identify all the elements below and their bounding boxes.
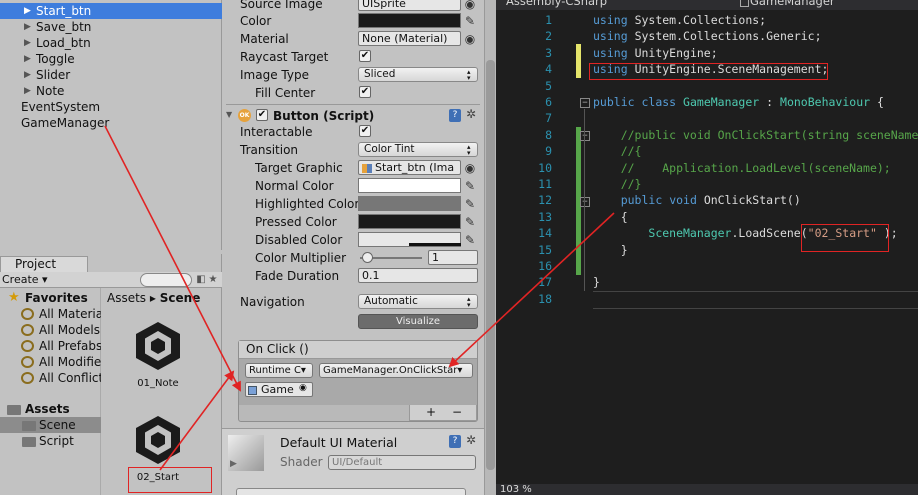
arrow-gamemanager-to-object: [104, 125, 241, 392]
annotation-arrows: [104, 125, 615, 471]
unity-editor-screenshot: ▶ Start_btn ▶ Save_btn ▶ Load_btn ▶ Toggle ▶ Slid…: [0, 0, 918, 495]
arrow-scene-to-onclick: [159, 370, 235, 471]
arrow-method-to-function: [448, 212, 615, 368]
